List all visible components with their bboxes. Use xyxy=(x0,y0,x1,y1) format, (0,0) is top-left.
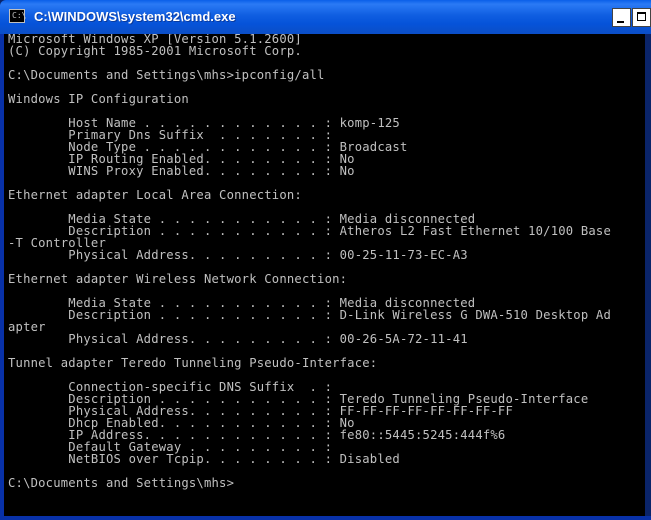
cmd-icon-glyph: C:\ xyxy=(12,11,27,20)
console-line: Tunnel adapter Teredo Tunneling Pseudo-I… xyxy=(8,356,378,370)
console-line: Windows IP Configuration xyxy=(8,92,189,106)
console-line: Physical Address. . . . . . . . . : 00-2… xyxy=(8,332,468,346)
console-line: (C) Copyright 1985-2001 Microsoft Corp. xyxy=(8,44,302,58)
minimize-button[interactable] xyxy=(612,8,631,27)
window-bottom-border xyxy=(0,516,651,520)
console-line: Ethernet adapter Wireless Network Connec… xyxy=(8,272,348,286)
console-line: Physical Address. . . . . . . . . : 00-2… xyxy=(8,248,468,262)
console-line: WINS Proxy Enabled. . . . . . . . : No xyxy=(8,164,355,178)
cmd-icon[interactable]: C:\ xyxy=(9,9,27,23)
console-line: Ethernet adapter Local Area Connection: xyxy=(8,188,302,202)
title-bar[interactable]: C:\ C:\WINDOWS\system32\cmd.exe xyxy=(0,0,651,34)
maximize-button[interactable] xyxy=(632,8,651,27)
console-line: Description . . . . . . . . . . . : D-Li… xyxy=(8,308,611,322)
console-output[interactable]: Microsoft Windows XP [Version 5.1.2600](… xyxy=(4,34,645,516)
console-line: NetBIOS over Tcpip. . . . . . . . : Disa… xyxy=(8,452,400,466)
window-title: C:\WINDOWS\system32\cmd.exe xyxy=(34,9,236,24)
cmd-window: C:\ C:\WINDOWS\system32\cmd.exe Microsof… xyxy=(0,0,651,520)
console-text: Microsoft Windows XP [Version 5.1.2600](… xyxy=(8,34,611,489)
window-right-border xyxy=(645,34,651,520)
console-line: C:\Documents and Settings\mhs> xyxy=(8,476,235,490)
console-line: C:\Documents and Settings\mhs>ipconfig/a… xyxy=(8,68,325,82)
